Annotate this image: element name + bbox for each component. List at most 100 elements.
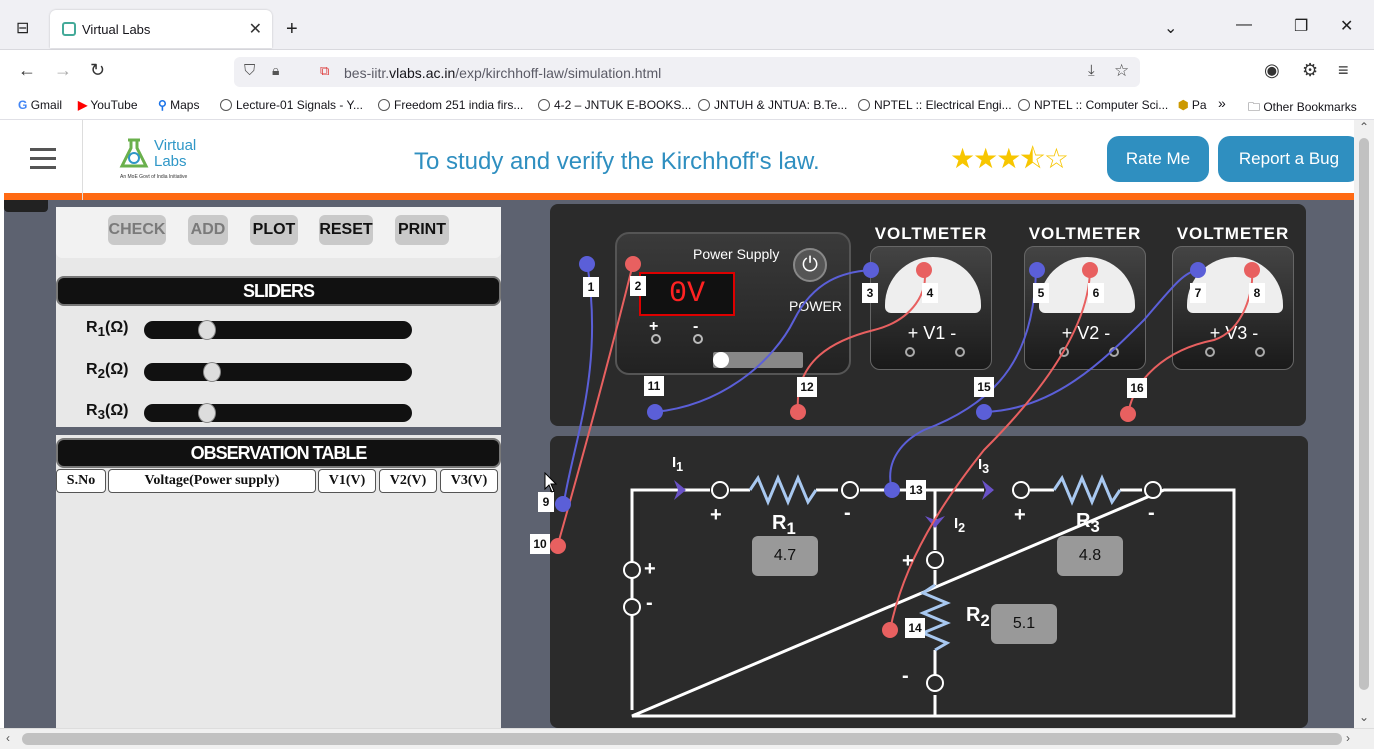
terminal-12[interactable] bbox=[790, 404, 806, 420]
horizontal-scroll-thumb[interactable] bbox=[22, 733, 1342, 745]
new-tab-icon[interactable]: + bbox=[286, 18, 298, 41]
lock-icon[interactable]: 🔒︎ bbox=[272, 62, 279, 79]
bookmark-lecture[interactable]: Lecture-01 Signals - Y... bbox=[220, 98, 363, 112]
terminal-3[interactable] bbox=[863, 262, 879, 278]
circuit-diagram bbox=[557, 261, 1254, 718]
bookmarks-bar: G Gmail ▶ YouTube ⚲ Maps Lecture-01 Sign… bbox=[0, 92, 1374, 120]
terminal-9[interactable] bbox=[555, 496, 571, 512]
terminal-15-label: 15 bbox=[974, 377, 994, 397]
terminal-16[interactable] bbox=[1120, 406, 1136, 422]
bookmark-gmail[interactable]: G Gmail bbox=[18, 98, 62, 112]
terminal-12-label: 12 bbox=[797, 377, 817, 397]
terminal-3-label: 3 bbox=[862, 283, 878, 303]
vertical-scroll-thumb[interactable] bbox=[1359, 138, 1369, 690]
terminal-8[interactable] bbox=[1244, 262, 1260, 278]
tab-title: Virtual Labs bbox=[82, 22, 151, 37]
menu-icon[interactable]: ≡ bbox=[1338, 60, 1349, 81]
r1-right-node[interactable] bbox=[841, 481, 859, 499]
reload-icon[interactable]: ↻ bbox=[90, 60, 105, 81]
terminal-14[interactable] bbox=[882, 622, 898, 638]
horizontal-scrollbar[interactable]: ‹ › bbox=[0, 728, 1374, 749]
terminal-16-label: 16 bbox=[1127, 378, 1147, 398]
forward-icon[interactable]: → bbox=[54, 60, 72, 81]
bookmark-jntuh[interactable]: JNTUH & JNTUA: B.Te... bbox=[698, 98, 847, 112]
bookmark-pa[interactable]: ⬢ Pa bbox=[1178, 98, 1207, 112]
r3-right-node[interactable] bbox=[1144, 481, 1162, 499]
i2-label: I2 bbox=[954, 515, 966, 535]
minimize-icon[interactable]: — bbox=[1236, 16, 1252, 34]
other-bookmarks[interactable]: 🗀︎ Other Bookmarks bbox=[1248, 98, 1357, 119]
bookmark-star-icon[interactable]: ☆ bbox=[1114, 61, 1129, 81]
terminal-10[interactable] bbox=[550, 538, 566, 554]
chevron-down-icon[interactable]: ⌄ bbox=[1164, 18, 1177, 38]
bookmark-maps[interactable]: ⚲ Maps bbox=[158, 98, 199, 112]
i1-label: I1 bbox=[672, 454, 684, 474]
bookmark-nptel-ee[interactable]: NPTEL :: Electrical Engi... bbox=[858, 98, 1012, 112]
terminal-15[interactable] bbox=[976, 404, 992, 420]
r1-minus-sign: - bbox=[844, 502, 851, 524]
shield-icon[interactable]: ⛉ bbox=[244, 62, 255, 79]
terminal-2-label: 2 bbox=[630, 276, 646, 296]
r1-value: 4.7 bbox=[752, 536, 818, 576]
terminal-4[interactable] bbox=[916, 262, 932, 278]
bookmark-freedom[interactable]: Freedom 251 india firs... bbox=[378, 98, 523, 112]
source-negative-node[interactable] bbox=[623, 598, 641, 616]
terminal-13-label: 13 bbox=[906, 480, 926, 500]
permissions-icon[interactable]: ⧉ bbox=[320, 63, 329, 79]
back-icon[interactable]: ← bbox=[18, 60, 36, 81]
wire-1-9 bbox=[563, 261, 594, 503]
r1-plus-sign: + bbox=[710, 504, 722, 526]
source-plus-sign: + bbox=[644, 558, 656, 580]
terminal-6[interactable] bbox=[1082, 262, 1098, 278]
vlabs-favicon-icon bbox=[62, 22, 76, 36]
save-page-icon[interactable]: ⤓ bbox=[1088, 62, 1095, 79]
account-icon[interactable]: ◉ bbox=[1264, 60, 1280, 81]
r2-bottom-node[interactable] bbox=[926, 674, 944, 692]
terminal-2[interactable] bbox=[625, 256, 641, 272]
terminal-8-label: 8 bbox=[1249, 283, 1265, 303]
r3-left-node[interactable] bbox=[1012, 481, 1030, 499]
terminal-10-label: 10 bbox=[530, 534, 550, 554]
r3-label: R3 bbox=[1076, 510, 1100, 536]
scroll-left-icon[interactable]: ‹ bbox=[6, 731, 10, 745]
close-tab-icon[interactable]: ✕ bbox=[249, 19, 262, 39]
terminal-5[interactable] bbox=[1029, 262, 1045, 278]
mouse-cursor-icon bbox=[544, 472, 558, 493]
bookmark-youtube[interactable]: ▶ YouTube bbox=[78, 98, 138, 112]
browser-tab[interactable]: Virtual Labs ✕ bbox=[50, 10, 272, 48]
r1-left-node[interactable] bbox=[711, 481, 729, 499]
terminal-1[interactable] bbox=[579, 256, 595, 272]
terminal-6-label: 6 bbox=[1088, 283, 1104, 303]
vertical-scrollbar[interactable]: ⌃ ⌄ bbox=[1354, 120, 1374, 728]
globe-icon bbox=[698, 99, 710, 111]
page-content: Virtual Labs An MoE Govt of India Initiat… bbox=[4, 120, 1354, 728]
bookmark-jntuk[interactable]: 4-2 – JNTUK E-BOOKS... bbox=[538, 98, 691, 112]
globe-icon bbox=[1018, 99, 1030, 111]
scroll-down-icon[interactable]: ⌄ bbox=[1359, 710, 1369, 724]
wire-11-3 bbox=[654, 269, 871, 413]
more-bookmarks-icon[interactable]: » bbox=[1218, 95, 1226, 111]
tab-list-icon[interactable]: ⊟ bbox=[16, 18, 29, 38]
globe-icon bbox=[858, 99, 870, 111]
close-window-icon[interactable]: ✕ bbox=[1340, 16, 1353, 36]
scroll-up-icon[interactable]: ⌃ bbox=[1359, 120, 1369, 134]
browser-tab-bar: ⊟ Virtual Labs ✕ + ⌄ — ❐ ✕ bbox=[0, 0, 1374, 50]
r2-top-node[interactable] bbox=[926, 551, 944, 569]
address-bar[interactable]: ⛉ 🔒︎ ⧉ bes-iitr.vlabs.ac.in/exp/kirchhof… bbox=[234, 57, 1140, 87]
terminal-9-label: 9 bbox=[538, 492, 554, 512]
source-positive-node[interactable] bbox=[623, 561, 641, 579]
globe-icon bbox=[220, 99, 232, 111]
terminal-7-label: 7 bbox=[1190, 283, 1206, 303]
r1-resistor bbox=[748, 474, 818, 506]
scroll-right-icon[interactable]: › bbox=[1346, 731, 1350, 745]
terminal-7[interactable] bbox=[1190, 262, 1206, 278]
bookmark-nptel-cs[interactable]: NPTEL :: Computer Sci... bbox=[1018, 98, 1168, 112]
extensions-icon[interactable]: ⚙ bbox=[1302, 60, 1318, 81]
terminal-4-label: 4 bbox=[922, 283, 938, 303]
terminal-13[interactable] bbox=[884, 482, 900, 498]
terminal-11[interactable] bbox=[647, 404, 663, 420]
i3-label: I3 bbox=[978, 456, 990, 476]
terminal-5-label: 5 bbox=[1033, 283, 1049, 303]
restore-icon[interactable]: ❐ bbox=[1294, 16, 1308, 36]
wire-14-6 bbox=[889, 269, 1091, 631]
